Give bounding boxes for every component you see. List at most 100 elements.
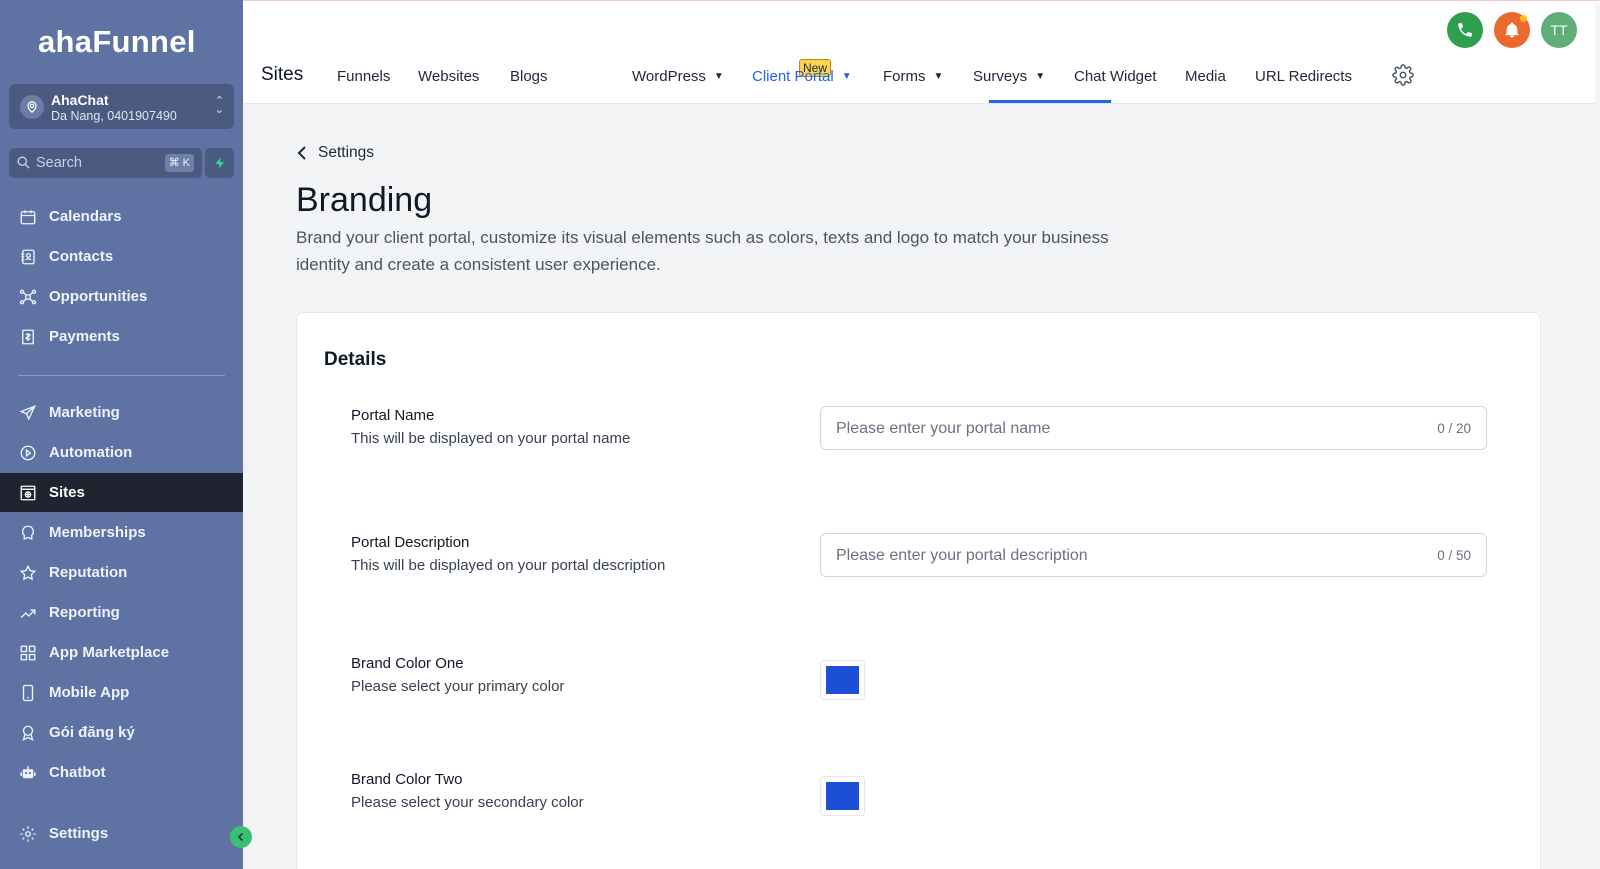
brand-color-one-picker[interactable] — [820, 660, 865, 700]
search-input[interactable]: Search ⌘ K — [9, 148, 202, 178]
phone-button[interactable] — [1447, 12, 1483, 48]
grid-icon — [18, 643, 38, 663]
tab-label: Blogs — [510, 68, 548, 85]
account-location: Da Nang, 0401907490 — [51, 109, 177, 123]
quick-actions-button[interactable] — [205, 148, 234, 178]
portal-name-help: This will be displayed on your portal na… — [351, 430, 631, 447]
search-icon — [16, 155, 31, 175]
tab-label: Media — [1185, 68, 1226, 85]
brand-logo[interactable]: ahaFunnel — [38, 24, 196, 60]
chevron-down-icon: ▼ — [841, 71, 852, 82]
calendar-icon — [18, 207, 38, 227]
sidebar-item-label: Payments — [49, 328, 120, 345]
back-to-settings-link[interactable]: Settings — [296, 144, 374, 162]
send-icon — [18, 403, 38, 423]
sidebar-item-contacts[interactable]: Contacts — [0, 237, 243, 276]
chevron-down-icon: ▼ — [933, 71, 944, 82]
sidebar-item-label: Reporting — [49, 604, 120, 621]
portal-name-label: Portal Name — [351, 407, 435, 424]
page-section-title: Sites — [261, 64, 304, 85]
brand-color-one-label: Brand Color One — [351, 655, 464, 672]
tab-label: Forms — [883, 68, 926, 85]
character-count: 0 / 50 — [1437, 548, 1471, 563]
details-card: Details Portal Name This will be display… — [296, 312, 1541, 869]
tab-surveys[interactable]: Surveys ▼ — [973, 68, 1045, 85]
sidebar-item-label: Automation — [49, 444, 133, 461]
sidebar-item-opportunities[interactable]: Opportunities — [0, 277, 243, 316]
search-placeholder: Search — [36, 155, 82, 171]
notification-dot — [1520, 15, 1527, 22]
gear-icon — [1392, 64, 1414, 86]
sidebar-item-label: App Marketplace — [49, 644, 170, 661]
sidebar-item-reputation[interactable]: Reputation — [0, 553, 243, 592]
phone-icon — [1458, 23, 1472, 37]
chevron-down-icon: ▼ — [713, 71, 724, 82]
tab-label: URL Redirects — [1255, 68, 1352, 85]
brand-color-one-help: Please select your primary color — [351, 678, 565, 695]
brand-color-two-label: Brand Color Two — [351, 771, 463, 788]
account-switcher[interactable]: AhaChat Da Nang, 0401907490 ⌃ ⌄ — [9, 84, 234, 129]
sidebar-item-mobile-app[interactable]: Mobile App — [0, 673, 243, 712]
portal-description-label: Portal Description — [351, 534, 470, 551]
bell-icon — [1505, 22, 1519, 38]
mobile-icon — [18, 683, 38, 703]
automation-icon — [18, 443, 38, 463]
input-placeholder: Please enter your portal description — [836, 547, 1088, 564]
sidebar-divider — [18, 375, 225, 376]
tab-chat-widget[interactable]: Chat Widget — [1074, 68, 1157, 85]
sidebar-item-label: Chatbot — [49, 764, 106, 781]
chevron-left-icon — [237, 832, 244, 842]
sidebar-item-automation[interactable]: Automation — [0, 433, 243, 472]
sites-settings-button[interactable] — [1392, 64, 1414, 91]
sidebar-item-marketing[interactable]: Marketing — [0, 393, 243, 432]
tab-media[interactable]: Media — [1185, 68, 1226, 85]
brand-color-two-help: Please select your secondary color — [351, 794, 584, 811]
tab-wordpress[interactable]: WordPress ▼ — [632, 68, 724, 85]
sidebar-item-reporting[interactable]: Reporting — [0, 593, 243, 632]
portal-name-input[interactable]: Please enter your portal name 0 / 20 — [820, 406, 1487, 450]
portal-description-help: This will be displayed on your portal de… — [351, 557, 666, 574]
tab-label: Funnels — [337, 68, 391, 85]
active-tab-indicator — [989, 100, 1111, 103]
membership-icon — [18, 523, 38, 543]
location-icon — [20, 95, 44, 119]
tab-url-redirects[interactable]: URL Redirects — [1255, 68, 1352, 85]
tab-funnels[interactable]: Funnels — [337, 68, 390, 85]
page-description: Brand your client portal, customize its … — [296, 228, 1109, 274]
tab-label: WordPress — [632, 68, 706, 85]
tab-websites[interactable]: Websites — [418, 68, 479, 85]
tab-label: Chat Widget — [1074, 68, 1157, 85]
sidebar-item-label: Reputation — [49, 564, 128, 581]
sidebar-item-label: Settings — [49, 825, 109, 842]
sidebar-item-chatbot[interactable]: Chatbot — [0, 753, 243, 792]
color-swatch — [826, 782, 859, 810]
sidebar-item-label: Gói đăng ký — [49, 724, 135, 741]
collapse-sidebar-button[interactable] — [230, 826, 252, 848]
sidebar-item-sites[interactable]: Sites — [0, 473, 243, 512]
chevron-left-icon — [297, 146, 306, 160]
chevron-down-icon: ▼ — [1035, 71, 1046, 82]
portal-description-input[interactable]: Please enter your portal description 0 /… — [820, 533, 1487, 577]
tab-client-portal[interactable]: Client Portal ▼ — [752, 68, 852, 85]
sidebar-item-app-marketplace[interactable]: App Marketplace — [0, 633, 243, 672]
robot-icon — [18, 763, 38, 783]
chevron-updown-icon: ⌃ ⌄ — [214, 95, 224, 116]
sidebar-item-payments[interactable]: Payments — [0, 317, 243, 356]
sidebar-item-label: Contacts — [49, 248, 114, 265]
tab-blogs[interactable]: Blogs — [510, 68, 548, 85]
sidebar-item-settings[interactable]: Settings — [0, 814, 243, 853]
avatar[interactable]: TT — [1541, 12, 1577, 48]
sidebar-item-calendars[interactable]: Calendars — [0, 197, 243, 236]
opportunities-icon — [18, 287, 38, 307]
sidebar-item-memberships[interactable]: Memberships — [0, 513, 243, 552]
payments-icon — [18, 327, 38, 347]
sidebar-item-subscription[interactable]: Gói đăng ký — [0, 713, 243, 752]
notifications-button[interactable] — [1494, 12, 1530, 48]
gear-icon — [18, 824, 38, 844]
tab-forms[interactable]: Forms ▼ — [883, 68, 943, 85]
sidebar-item-label: Mobile App — [49, 684, 130, 701]
sidebar-item-label: Memberships — [49, 524, 146, 541]
brand-color-two-picker[interactable] — [820, 776, 865, 816]
back-label: Settings — [318, 144, 375, 161]
bolt-icon — [214, 157, 224, 169]
